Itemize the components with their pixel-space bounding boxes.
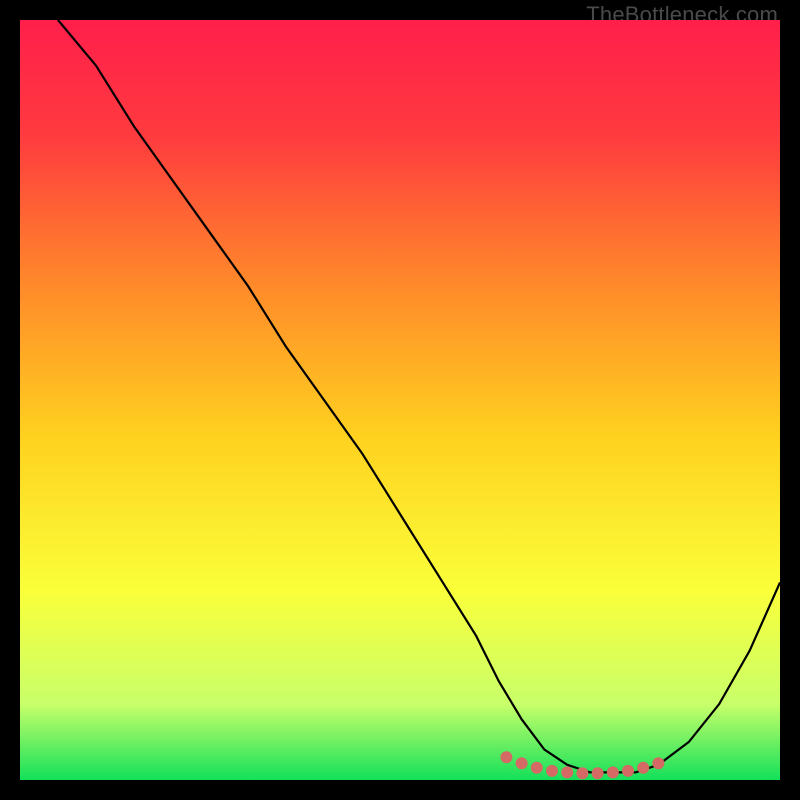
chart-frame [20, 20, 780, 780]
highlight-dot [561, 766, 573, 778]
chart-background [20, 20, 780, 780]
highlight-dot [531, 762, 543, 774]
highlight-dot [500, 751, 512, 763]
highlight-dot [516, 757, 528, 769]
highlight-dot [652, 757, 664, 769]
highlight-dot [637, 762, 649, 774]
highlight-dot [592, 767, 604, 779]
highlight-dot [576, 767, 588, 779]
highlight-dot [622, 765, 634, 777]
highlight-dot [546, 765, 558, 777]
highlight-dot [607, 766, 619, 778]
bottleneck-chart [20, 20, 780, 780]
